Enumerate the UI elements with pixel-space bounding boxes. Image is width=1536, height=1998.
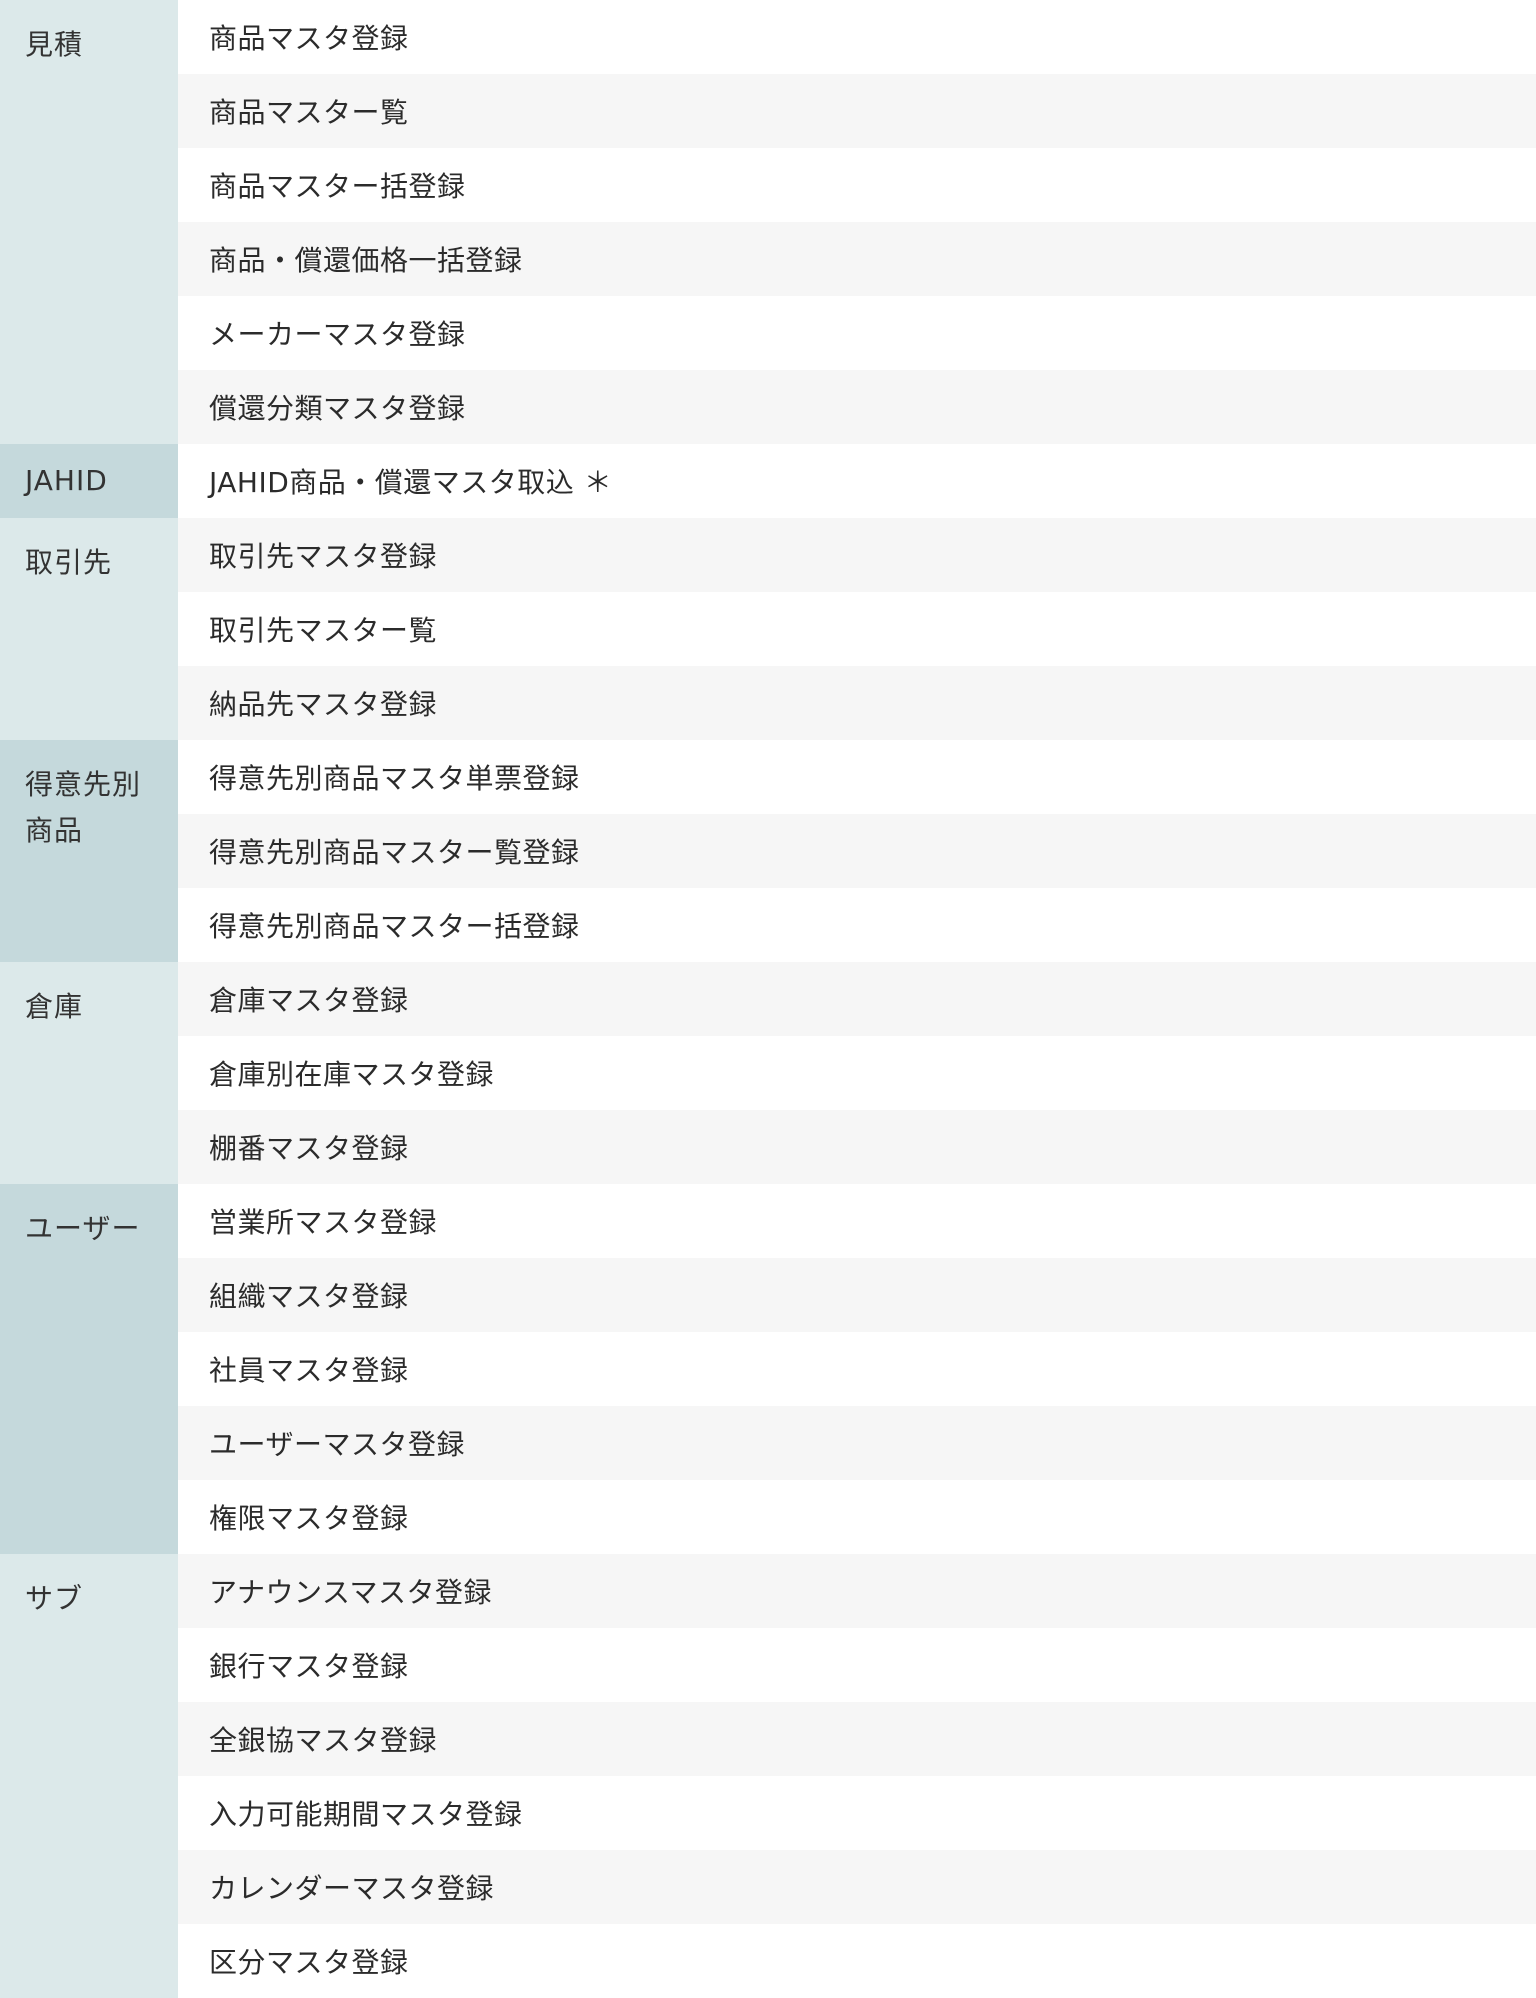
menu-link[interactable]: 取引先マスター覧 xyxy=(178,592,1536,666)
menu-link[interactable]: アナウンスマスタ登録 xyxy=(178,1554,1536,1628)
category-label-user: ユーザー xyxy=(0,1184,178,1554)
menu-link[interactable]: メーカーマスタ登録 xyxy=(178,296,1536,370)
menu-link[interactable]: 得意先別商品マスター括登録 xyxy=(178,888,1536,962)
menu-link[interactable]: 商品マスター括登録 xyxy=(178,148,1536,222)
menu-group-sub: サブ アナウンスマスタ登録 銀行マスタ登録 全銀協マスタ登録 入力可能期間マスタ登録 カレ… xyxy=(0,1554,1536,1998)
menu-link[interactable]: 組織マスタ登録 xyxy=(178,1258,1536,1332)
menu-group-warehouse: 倉庫 倉庫マスタ登録 倉庫別在庫マスタ登録 棚番マスタ登録 xyxy=(0,962,1536,1184)
menu-group-jahid: JAHID JAHID商品・償還マスタ取込 ＊ xyxy=(0,444,1536,518)
category-label-sub: サブ xyxy=(0,1554,178,1998)
menu-group-supplier: 取引先 取引先マスタ登録 取引先マスター覧 納品先マスタ登録 xyxy=(0,518,1536,740)
category-label-supplier: 取引先 xyxy=(0,518,178,740)
menu-link[interactable]: 償還分類マスタ登録 xyxy=(178,370,1536,444)
menu-group-customer-product: 得意先別商品 得意先別商品マスタ単票登録 得意先別商品マスター覧登録 得意先別商品マス… xyxy=(0,740,1536,962)
menu-link[interactable]: JAHID商品・償還マスタ取込 ＊ xyxy=(178,444,1536,518)
menu-link[interactable]: 権限マスタ登録 xyxy=(178,1480,1536,1554)
menu-link[interactable]: 棚番マスタ登録 xyxy=(178,1110,1536,1184)
menu-link[interactable]: ユーザーマスタ登録 xyxy=(178,1406,1536,1480)
menu-link[interactable]: 納品先マスタ登録 xyxy=(178,666,1536,740)
category-label-jahid: JAHID xyxy=(0,444,178,518)
menu-group-user: ユーザー 営業所マスタ登録 組織マスタ登録 社員マスタ登録 ユーザーマスタ登録 権限マスタ… xyxy=(0,1184,1536,1554)
menu-link[interactable]: 商品マスター覧 xyxy=(178,74,1536,148)
menu-link[interactable]: 商品マスタ登録 xyxy=(178,0,1536,74)
menu-link[interactable]: 入力可能期間マスタ登録 xyxy=(178,1776,1536,1850)
menu-link[interactable]: 銀行マスタ登録 xyxy=(178,1628,1536,1702)
menu-link[interactable]: 社員マスタ登録 xyxy=(178,1332,1536,1406)
master-menu: 見積 商品マスタ登録 商品マスター覧 商品マスター括登録 商品・償還価格一括登録 メーカー… xyxy=(0,0,1536,1998)
menu-link[interactable]: 取引先マスタ登録 xyxy=(178,518,1536,592)
menu-link[interactable]: 得意先別商品マスター覧登録 xyxy=(178,814,1536,888)
menu-link[interactable]: 区分マスタ登録 xyxy=(178,1924,1536,1998)
menu-link[interactable]: 営業所マスタ登録 xyxy=(178,1184,1536,1258)
category-label-customer-product: 得意先別商品 xyxy=(0,740,178,962)
menu-link[interactable]: 倉庫マスタ登録 xyxy=(178,962,1536,1036)
category-label-estimate: 見積 xyxy=(0,0,178,444)
menu-link[interactable]: 商品・償還価格一括登録 xyxy=(178,222,1536,296)
category-label-warehouse: 倉庫 xyxy=(0,962,178,1184)
menu-link[interactable]: 倉庫別在庫マスタ登録 xyxy=(178,1036,1536,1110)
menu-link[interactable]: 全銀協マスタ登録 xyxy=(178,1702,1536,1776)
menu-link[interactable]: カレンダーマスタ登録 xyxy=(178,1850,1536,1924)
menu-group-estimate: 見積 商品マスタ登録 商品マスター覧 商品マスター括登録 商品・償還価格一括登録 メーカー… xyxy=(0,0,1536,444)
menu-link[interactable]: 得意先別商品マスタ単票登録 xyxy=(178,740,1536,814)
